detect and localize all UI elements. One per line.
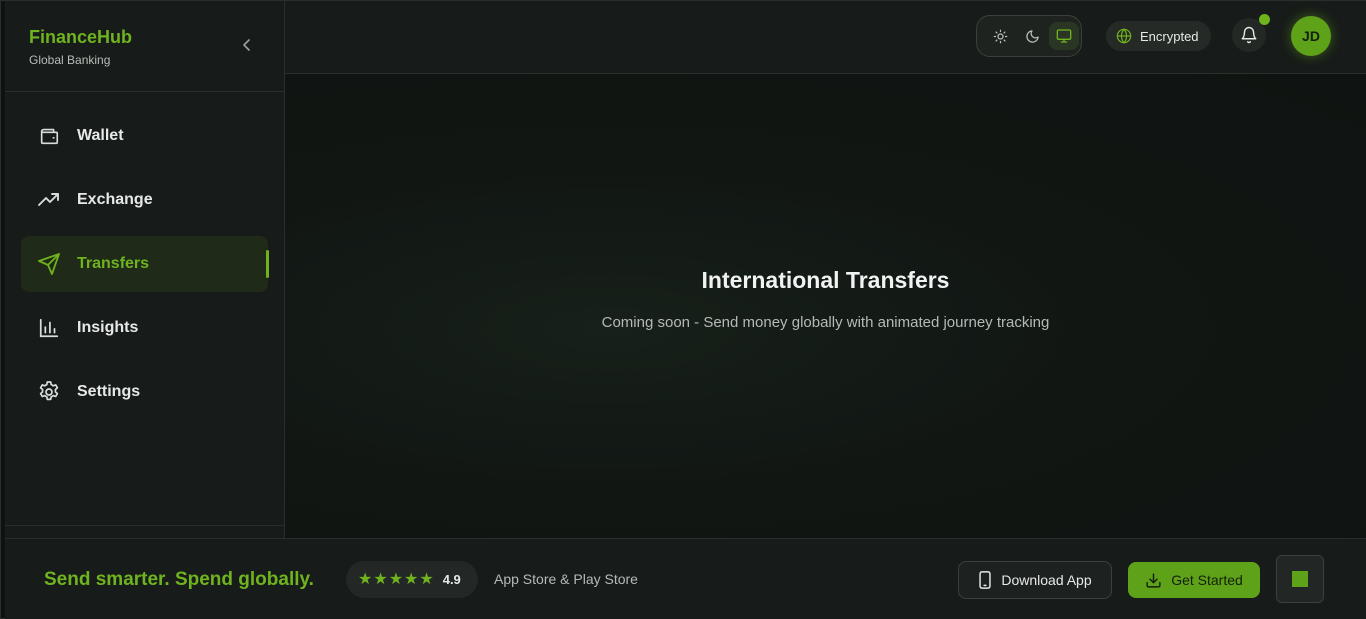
bar-chart-icon — [37, 316, 61, 340]
star-icon: ★ — [358, 570, 373, 588]
bottom-bar: Send smarter. Spend globally. ★ ★ ★ ★ ★ … — [5, 538, 1366, 619]
sidebar-item-label: Exchange — [77, 191, 153, 208]
encrypted-label: Encrypted — [1140, 28, 1199, 44]
sidebar-item-label: Transfers — [77, 255, 150, 272]
top-header: Encrypted JD — [285, 1, 1366, 74]
sidebar-item-label: Insights — [77, 319, 139, 336]
theme-light-button[interactable] — [985, 22, 1015, 50]
wallet-icon — [37, 124, 61, 148]
smartphone-icon — [979, 571, 992, 589]
moon-icon — [1025, 29, 1039, 43]
square-icon — [1292, 571, 1308, 587]
star-icon: ★ — [404, 570, 419, 588]
page-subtitle: Coming soon - Send money globally with a… — [601, 314, 1050, 331]
theme-dark-button[interactable] — [1017, 22, 1047, 50]
sidebar: FinanceHub Global Banking Wallet Exchang… — [5, 1, 285, 538]
rating-badge: ★ ★ ★ ★ ★ 4.9 — [346, 561, 478, 598]
sidebar-item-exchange[interactable]: Exchange — [21, 172, 268, 228]
notification-dot — [1259, 14, 1270, 25]
slogan: Send smarter. Spend globally. — [44, 569, 314, 590]
sidebar-item-wallet[interactable]: Wallet — [21, 108, 268, 164]
globe-icon — [1116, 28, 1132, 44]
store-text: App Store & Play Store — [494, 571, 638, 587]
download-app-label: Download App — [1001, 572, 1092, 588]
encrypted-badge: Encrypted — [1106, 21, 1211, 51]
theme-system-button[interactable] — [1049, 22, 1079, 50]
monitor-icon — [1056, 29, 1072, 43]
main-content: International Transfers Coming soon - Se… — [285, 74, 1366, 538]
star-icon: ★ — [419, 570, 434, 588]
sidebar-item-insights[interactable]: Insights — [21, 300, 268, 356]
brand-name: FinanceHub — [29, 27, 133, 47]
sidebar-item-label: Settings — [77, 383, 141, 400]
gear-icon — [37, 380, 61, 404]
square-action-button[interactable] — [1276, 555, 1324, 603]
chevron-left-icon — [243, 39, 250, 51]
sidebar-item-transfers[interactable]: Transfers — [21, 236, 269, 292]
sidebar-item-settings[interactable]: Settings — [21, 364, 268, 420]
sidebar-nav: Wallet Exchange Transfers Insights Setti… — [21, 108, 269, 428]
sidebar-item-label: Wallet — [77, 127, 124, 144]
avatar[interactable]: JD — [1291, 16, 1331, 56]
get-started-label: Get Started — [1171, 572, 1243, 588]
star-icon: ★ — [373, 570, 388, 588]
brand-subtitle: Global Banking — [29, 53, 111, 67]
get-started-button[interactable]: Get Started — [1128, 562, 1260, 598]
bell-icon — [1241, 26, 1257, 44]
download-icon — [1146, 572, 1161, 588]
collapse-sidebar-button[interactable] — [237, 35, 257, 55]
page-title: International Transfers — [701, 267, 950, 293]
theme-toggle — [976, 15, 1082, 57]
star-icon: ★ — [388, 570, 404, 588]
download-app-button[interactable]: Download App — [958, 561, 1112, 599]
sidebar-divider — [5, 525, 284, 526]
app-window: FinanceHub Global Banking Wallet Exchang… — [0, 0, 1366, 619]
brand-block: FinanceHub Global Banking — [5, 1, 284, 92]
send-icon — [37, 252, 61, 276]
sun-icon — [993, 29, 1007, 43]
trending-up-icon — [37, 188, 61, 212]
rating-value: 4.9 — [442, 572, 461, 587]
